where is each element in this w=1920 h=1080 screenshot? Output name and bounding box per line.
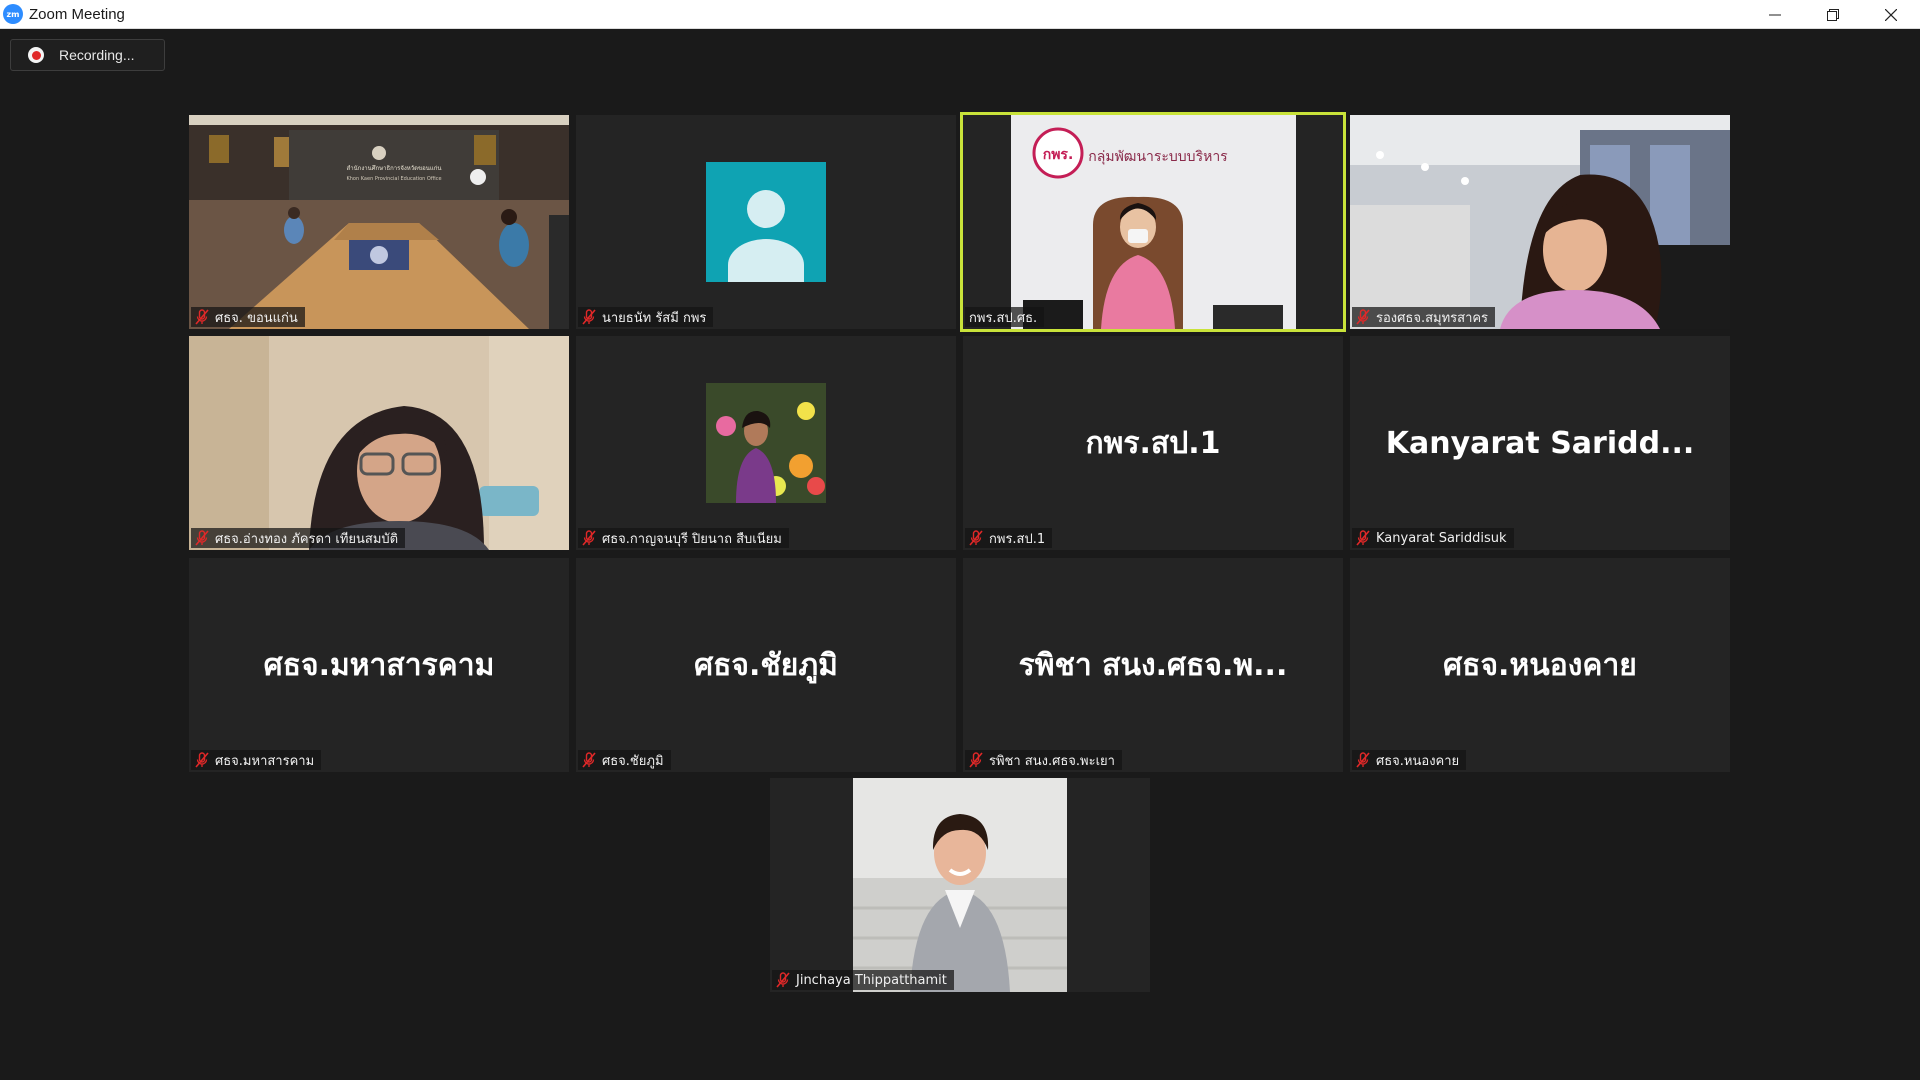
profile-photo [576,336,956,550]
participant-name: ศธจ.หนองคาย [1376,753,1460,769]
window-controls [1746,0,1920,29]
participant-name-label: ศธจ.อ่างทอง ภัครดา เทียนสมบัติ [191,528,406,548]
mic-muted-icon [582,752,596,768]
recording-label: Recording... [59,47,135,63]
participant-tile[interactable]: Kanyarat Saridd... Kanyarat Sariddisuk [1350,336,1730,550]
participant-name-label: Kanyarat Sariddisuk [1352,528,1514,548]
participant-tile[interactable]: ศธจ.อ่างทอง ภัครดา เทียนสมบัติ [189,336,569,550]
mic-muted-icon [1356,530,1370,546]
participant-name: รองศธจ.สมุทรสาคร [1376,310,1489,326]
participant-tile[interactable]: Jinchaya Thippatthamit [770,778,1150,992]
room-sign-en: Khon Kaen Provincial Education Office [346,176,441,182]
participant-display-name: ศธจ.มหาสารคาม [263,647,495,683]
close-button[interactable] [1862,0,1920,29]
participant-name: กพร.สป.ศธ. [969,310,1038,326]
participant-name: นายธนัท รัสมี กพร [602,310,707,326]
zoom-logo-icon: zm [3,4,23,24]
participant-tile[interactable]: สำนักงานศึกษาธิการจังหวัดขอนแก่น Khon Ka… [189,115,569,329]
banner-text: กลุ่มพัฒนาระบบบริหาร [1088,149,1228,165]
participant-display-name: กพร.สป.1 [1085,425,1221,461]
participant-name: Kanyarat Sariddisuk [1376,530,1507,546]
participant-video [1350,115,1730,329]
participant-display-name: รพิชา สนง.ศธจ.พ... [1018,647,1288,683]
participant-name: ศธจ.มหาสารคาม [215,753,315,769]
mic-muted-icon [969,752,983,768]
participant-name-label: กพร.สป.ศธ. [965,307,1045,327]
title-bar: zm Zoom Meeting [0,0,1920,29]
mic-muted-icon [195,309,209,325]
participant-name: Jinchaya Thippatthamit [796,972,947,988]
participant-video: สำนักงานศึกษาธิการจังหวัดขอนแก่น Khon Ka… [189,115,569,329]
participant-tile[interactable]: ศธจ.ชัยภูมิ ศธจ.ชัยภูมิ [576,558,956,772]
participant-name-label: ศธจ.ชัยภูมิ [578,750,671,770]
participant-tile[interactable]: รพิชา สนง.ศธจ.พ... รพิชา สนง.ศธจ.พะเยา [963,558,1343,772]
participant-tile[interactable]: ศธจ.กาญจนบุรี ปิยนาถ สืบเนียม [576,336,956,550]
participant-name-label: กพร.สป.1 [965,528,1053,548]
participant-name: กพร.สป.1 [989,531,1046,547]
mic-muted-icon [1356,752,1370,768]
mic-muted-icon [1356,309,1370,325]
participant-name-label: ศธจ. ขอนแก่น [191,307,305,327]
restore-icon [1827,8,1839,21]
restore-button[interactable] [1804,0,1862,29]
active-speaker-tile[interactable]: กพร. กลุ่มพัฒนาระบบบริหาร กพร.สป.ศธ. [960,112,1346,332]
participant-name: ศธจ.อ่างทอง ภัครดา เทียนสมบัติ [215,531,399,547]
record-icon [28,47,44,63]
participant-name-label: รพิชา สนง.ศธจ.พะเยา [965,750,1122,770]
participant-name: ศธจ.กาญจนบุรี ปิยนาถ สืบเนียม [602,531,782,547]
participant-display-name: ศธจ.หนองคาย [1443,647,1637,683]
mic-muted-icon [776,972,790,988]
participant-tile[interactable]: รองศธจ.สมุทรสาคร [1350,115,1730,329]
room-sign-th: สำนักงานศึกษาธิการจังหวัดขอนแก่น [347,165,442,172]
profile-photo [770,778,1150,992]
minimize-button[interactable] [1746,0,1804,29]
participant-video [189,336,569,550]
participant-name-label: ศธจ.กาญจนบุรี ปิยนาถ สืบเนียม [578,528,789,548]
participant-name-label: รองศธจ.สมุทรสาคร [1352,307,1496,327]
avatar-placeholder [576,115,956,329]
participant-name: ศธจ.ชัยภูมิ [602,753,664,769]
participant-name: รพิชา สนง.ศธจ.พะเยา [989,753,1115,769]
mic-muted-icon [582,309,596,325]
participant-tile[interactable]: กพร.สป.1 กพร.สป.1 [963,336,1343,550]
participant-name-label: นายธนัท รัสมี กพร [578,307,714,327]
participant-name-label: Jinchaya Thippatthamit [772,970,954,990]
participant-name-label: ศธจ.มหาสารคาม [191,750,322,770]
participant-tile[interactable]: ศธจ.มหาสารคาม ศธจ.มหาสารคาม [189,558,569,772]
participant-video: กพร. กลุ่มพัฒนาระบบบริหาร [963,115,1343,329]
participant-display-name: Kanyarat Saridd... [1385,425,1695,461]
participant-name-label: ศธจ.หนองคาย [1352,750,1467,770]
mic-muted-icon [969,530,983,546]
recording-indicator[interactable]: Recording... [10,39,165,71]
minimize-icon [1769,14,1781,15]
mic-muted-icon [582,530,596,546]
mic-muted-icon [195,530,209,546]
close-icon [1885,8,1897,21]
window-title: Zoom Meeting [29,5,125,23]
participant-tile[interactable]: ศธจ.หนองคาย ศธจ.หนองคาย [1350,558,1730,772]
participant-name: ศธจ. ขอนแก่น [215,310,298,326]
mic-muted-icon [195,752,209,768]
org-logo-text: กพร. [1043,147,1074,163]
participant-display-name: ศธจ.ชัยภูมิ [694,647,838,683]
participant-tile[interactable]: นายธนัท รัสมี กพร [576,115,956,329]
